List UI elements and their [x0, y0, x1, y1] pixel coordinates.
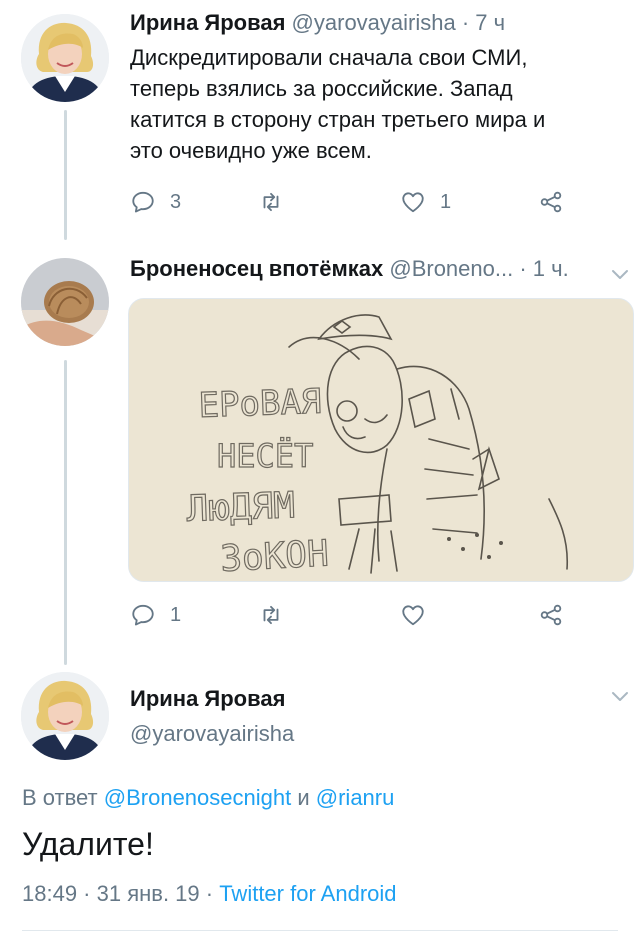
author-handle[interactable]: @yarovayairisha [292, 10, 456, 35]
share-button[interactable] [538, 600, 564, 630]
reply-button[interactable]: 3 [130, 187, 181, 217]
image-word: ЗоКОН [219, 533, 329, 580]
tweet-text: Дискредитировали сначала свои СМИ, тепер… [130, 42, 600, 166]
avatar[interactable] [21, 672, 109, 760]
tweet-actions: 1 [130, 600, 580, 630]
author-handle[interactable]: @Broneno... [389, 256, 513, 281]
tweet-time[interactable]: · 7 ч [462, 10, 505, 35]
share-icon [538, 189, 564, 215]
tweet-text-line: Дискредитировали сначала свои СМИ, [130, 45, 528, 70]
reply-icon [130, 189, 156, 215]
reply-count: 3 [170, 190, 182, 213]
tweet-header: Броненосец впотёмках @Broneno... · 1 ч. [130, 256, 569, 282]
author-name[interactable]: Ирина Яровая [130, 686, 285, 711]
share-button[interactable] [538, 187, 564, 217]
like-icon [400, 602, 426, 628]
like-button[interactable] [400, 600, 426, 630]
like-icon [400, 189, 426, 215]
divider [22, 930, 618, 931]
author-name[interactable]: Броненосец впотёмках [130, 256, 383, 281]
retweet-button[interactable] [258, 600, 284, 630]
tweet-footer: 18:49 · 31 янв. 19 · Twitter for Android [22, 881, 397, 907]
like-button[interactable]: 1 [400, 187, 451, 217]
retweet-icon [258, 602, 284, 628]
mention-link[interactable]: @rianru [316, 785, 395, 810]
author-name[interactable]: Ирина Яровая [130, 10, 285, 35]
avatar[interactable] [21, 258, 109, 346]
reply-prefix: В ответ [22, 785, 98, 810]
image-word: ЕРоВАЯ [198, 382, 322, 426]
tweet-actions: 3 1 [130, 187, 580, 217]
tweet-image[interactable]: ЕРоВАЯ НЕСЁТ ЛюДЯМ ЗоКОН [128, 298, 634, 582]
chevron-down-icon[interactable] [608, 684, 632, 708]
mention-link[interactable]: @Bronenosecnight [104, 785, 291, 810]
reply-context: В ответ @Bronenosecnight и @rianru [22, 785, 394, 811]
image-word: НЕСЁТ [217, 437, 313, 475]
image-word: ЛюДЯМ [186, 485, 296, 530]
tweet-header: Ирина Яровая @yarovayairisha · 7 ч [130, 10, 505, 36]
chevron-down-icon[interactable] [608, 262, 632, 286]
retweet-button[interactable] [258, 187, 284, 217]
tweet-text-line: теперь взялись за российские. Запад [130, 76, 513, 101]
author-handle-block: @yarovayairisha [130, 721, 294, 747]
reply-button[interactable]: 1 [130, 600, 181, 630]
reply-icon [130, 602, 156, 628]
share-icon [538, 602, 564, 628]
reply-count: 1 [170, 603, 182, 626]
retweet-icon [258, 189, 284, 215]
tweet-text-line: это очевидно уже всем. [130, 138, 372, 163]
avatar[interactable] [21, 14, 109, 102]
reply-conjunction: и [297, 785, 310, 810]
tweet-datetime: 18:49 · 31 янв. 19 · [22, 881, 214, 906]
author-handle[interactable]: @yarovayairisha [130, 721, 294, 746]
tweet-text-line: катится в сторону стран третьего мира и [130, 107, 546, 132]
main-tweet-text: Удалите! [22, 826, 154, 862]
source-link[interactable]: Twitter for Android [219, 881, 396, 906]
like-count: 1 [440, 190, 452, 213]
author-name-block: Ирина Яровая [130, 686, 285, 712]
tweet-time[interactable]: · 1 ч. [519, 256, 568, 281]
thread-line [64, 360, 67, 665]
thread-line [64, 110, 67, 240]
